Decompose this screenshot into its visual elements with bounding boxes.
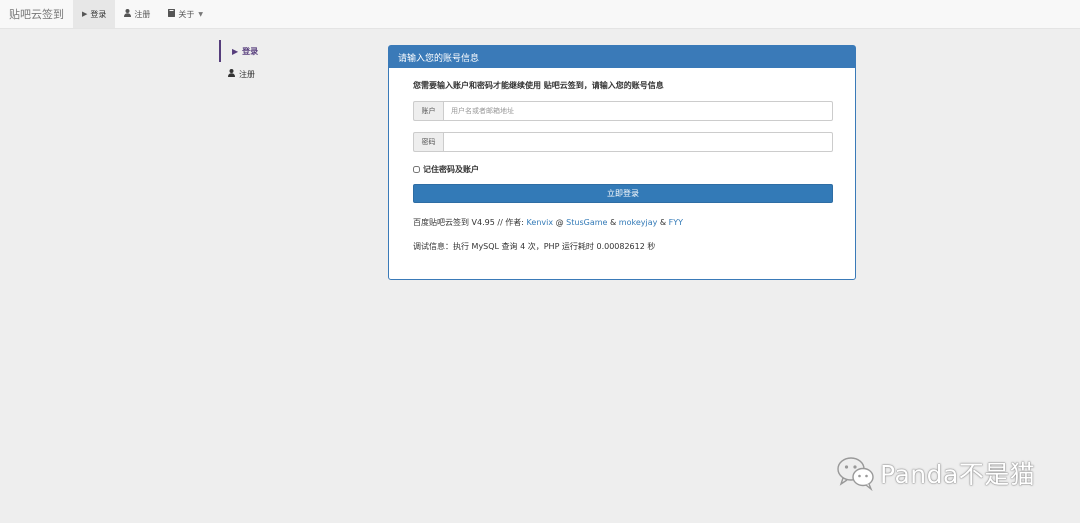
book-icon [168,9,176,19]
author-link-stusgame[interactable]: StusGame [566,218,607,227]
caret-down-icon: ▼ [198,10,204,18]
nav-about-label: 关于 [178,9,195,19]
nav-login-label: 登录 [90,9,107,19]
version-credits: 百度贴吧云签到 V4.95 // 作者: Kenvix @ StusGame &… [413,217,831,228]
nav-register[interactable]: 注册 [115,0,159,28]
login-intro-text: 您需要输入账户和密码才能继续使用 贴吧云签到，请输入您的账号信息 [413,81,664,90]
version-text: 百度贴吧云签到 V4.95 // 作者: [413,218,527,227]
play-icon: ▶ [232,46,239,56]
top-navbar: 贴吧云签到 ▶ 登录 注册 关于 ▼ [0,0,1080,29]
password-input-group: 密码 [413,132,833,152]
remember-checkbox[interactable] [413,165,420,173]
sidebar-item-register[interactable]: 注册 [219,63,339,85]
remember-row: 记住密码及账户 [413,163,831,175]
watermark-text: Panda不是猫 [880,460,1036,489]
account-input-group: 账户 [413,101,833,121]
ampersand: & [607,218,619,227]
debug-info: 调试信息：执行 MySQL 查询 4 次，PHP 运行耗时 0.00082612… [413,242,656,251]
panel-body: 您需要输入账户和密码才能继续使用 贴吧云签到，请输入您的账号信息 账户 密码 记… [389,68,855,252]
sidebar-item-login[interactable]: ▶ 登录 [219,40,339,62]
password-label: 密码 [413,132,443,152]
watermark: Panda不是猫 [836,455,1035,491]
login-submit-button[interactable]: 立即登录 [413,184,833,203]
user-icon [124,9,132,19]
password-input[interactable] [443,132,833,152]
sidebar-item-label: 登录 [242,46,259,56]
remember-label[interactable]: 记住密码及账户 [423,164,479,175]
play-icon: ▶ [82,10,88,18]
user-icon [228,69,235,79]
account-input[interactable] [443,101,833,121]
brand-title[interactable]: 贴吧云签到 [0,0,73,28]
author-link-kenvix[interactable]: Kenvix [527,218,554,227]
panel-heading: 请输入您的账号信息 [389,46,855,68]
nav-login[interactable]: ▶ 登录 [73,0,116,28]
ampersand: & [657,218,669,227]
author-link-fyy[interactable]: FYY [669,218,683,227]
sidebar: ▶ 登录 注册 [219,40,339,85]
wechat-icon [837,457,874,491]
nav-register-label: 注册 [134,9,151,19]
nav-about-dropdown[interactable]: 关于 ▼ [159,0,212,28]
account-label: 账户 [413,101,443,121]
author-link-mokeyjay[interactable]: mokeyjay [619,218,658,227]
sidebar-item-label: 注册 [239,69,255,79]
login-panel: 请输入您的账号信息 您需要输入账户和密码才能继续使用 贴吧云签到，请输入您的账号… [388,45,856,280]
at-sign: @ [553,218,567,227]
